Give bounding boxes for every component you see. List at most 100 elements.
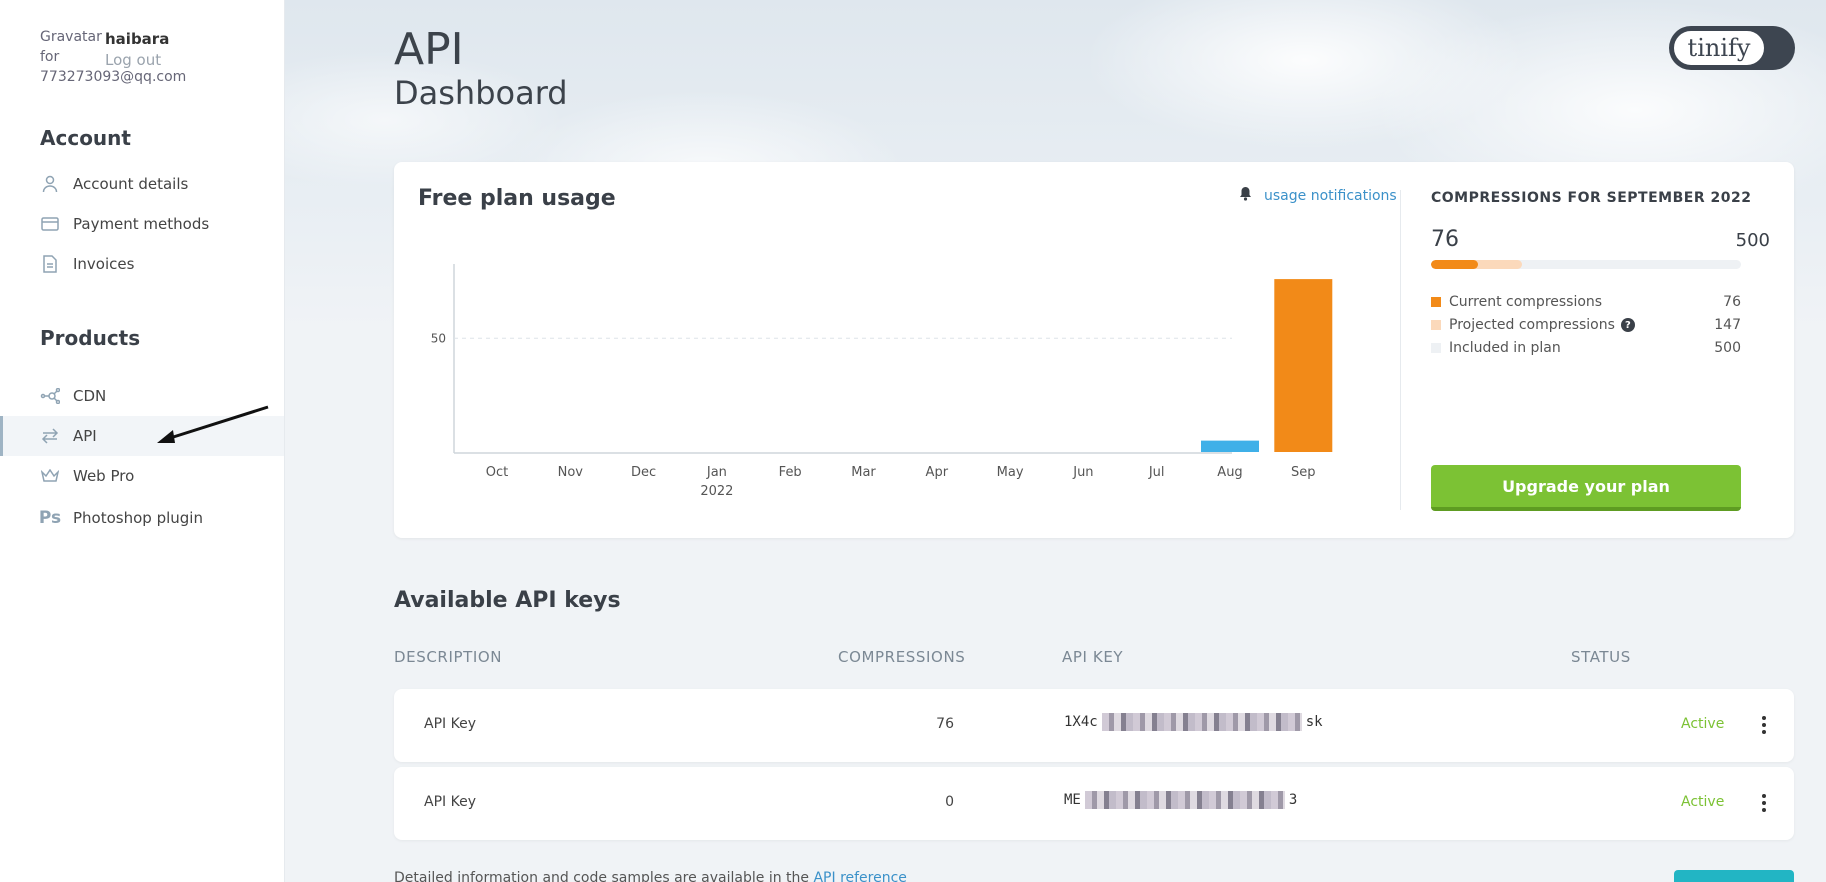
compressions-heading: COMPRESSIONS FOR SEPTEMBER 2022 [1431, 190, 1752, 206]
legend-swatch-included [1431, 343, 1441, 353]
status-badge: Active [1681, 716, 1725, 732]
current-compressions-value: 76 [1431, 227, 1459, 252]
page-subtitle: Dashboard [394, 74, 568, 112]
key-description: API Key [424, 794, 476, 810]
status-badge: Active [1681, 794, 1725, 810]
crown-icon [40, 466, 60, 486]
plan-limit-value: 500 [1735, 230, 1770, 251]
api-key-value[interactable]: ME 3 [1064, 791, 1297, 809]
legend-swatch-current [1431, 297, 1441, 307]
chart-x-tick-label: Sep [1291, 465, 1316, 480]
column-header-status: STATUS [1571, 648, 1631, 666]
legend-value: 147 [1714, 317, 1741, 333]
key-compressions: 0 [945, 794, 954, 810]
sidebar-item-label: Account details [73, 175, 189, 193]
sidebar-item-web-pro[interactable]: Web Pro [0, 456, 284, 496]
table-row: API Key 0 ME 3 Active [394, 767, 1794, 840]
column-header-compressions: COMPRESSIONS [838, 648, 966, 666]
card-divider [1400, 190, 1401, 510]
annotation-arrow [157, 405, 269, 443]
usage-progress-bar [1431, 260, 1741, 269]
chart-y-tick-label: 50 [431, 331, 446, 345]
footer-note: Detailed information and code samples ar… [394, 870, 907, 882]
tinify-logo[interactable]: tinify [1669, 26, 1795, 70]
account-heading: Account [40, 126, 131, 150]
chart-x-tick-label: Dec [631, 465, 656, 480]
chart-bar-aug [1201, 440, 1259, 452]
avatar: Gravatar for 773273093@qq.com [40, 27, 187, 87]
bell-icon [1239, 186, 1252, 205]
main-content: API Dashboard tinify Free plan usage usa… [285, 0, 1826, 882]
page-title: API [394, 24, 464, 75]
upgrade-plan-button[interactable]: Upgrade your plan [1431, 465, 1741, 511]
current-progress-fill [1431, 260, 1479, 269]
footer-text: Detailed information and code samples ar… [394, 870, 810, 882]
legend-current: Current compressions 76 [1431, 292, 1741, 312]
usage-notifications-link[interactable]: usage notifications [1239, 186, 1397, 205]
legend-value: 500 [1714, 340, 1741, 356]
usage-chart: 50 Oct Nov Dec Jan 2022 Feb Mar Apr May Jun Jul Aug S… [431, 264, 1333, 499]
chart-year-label: 2022 [700, 484, 733, 499]
chart-x-tick-label: Jul [1148, 465, 1165, 480]
user-email: 773273093@qq.com [40, 69, 187, 85]
footer-button[interactable] [1674, 870, 1794, 882]
sidebar-item-label: Web Pro [73, 467, 135, 485]
api-key-value[interactable]: 1X4c sk [1064, 713, 1323, 731]
api-key-start: ME [1064, 792, 1081, 808]
user-icon [40, 174, 60, 194]
chart-x-tick-label: Feb [779, 465, 802, 480]
table-row: API Key 76 1X4c sk Active [394, 689, 1794, 762]
api-reference-link[interactable]: API reference [813, 870, 906, 882]
user-name: haibara [105, 30, 170, 48]
sidebar-item-label: CDN [73, 387, 107, 405]
legend-label: Included in plan [1449, 340, 1561, 356]
api-key-redacted [1084, 791, 1285, 809]
network-icon [40, 386, 60, 406]
legend-label: Projected compressions [1449, 317, 1615, 333]
usage-title: Free plan usage [418, 186, 616, 211]
sidebar-item-label: Photoshop plugin [73, 509, 203, 527]
avatar-alt-line1: Gravatar [40, 29, 102, 45]
api-key-redacted [1101, 713, 1302, 731]
api-key-start: 1X4c [1064, 714, 1098, 730]
document-icon [40, 254, 60, 274]
legend-swatch-projected [1431, 320, 1441, 330]
column-header-api-key: API KEY [1062, 648, 1124, 666]
sidebar-item-payment-methods[interactable]: Payment methods [0, 204, 284, 244]
sidebar-item-account-details[interactable]: Account details [0, 164, 284, 204]
sidebar: Gravatar for 773273093@qq.com haibara Lo… [0, 0, 285, 882]
api-key-end: 3 [1288, 792, 1298, 808]
usage-card: Free plan usage usage notifications 50 Oc… [394, 162, 1794, 538]
sidebar-item-label: Payment methods [73, 215, 210, 233]
chart-x-tick-label: Nov [558, 465, 584, 480]
legend-value: 76 [1723, 294, 1741, 310]
arrows-exchange-icon [40, 426, 60, 446]
key-description: API Key [424, 716, 476, 732]
chart-x-tick-label: Jun [1072, 465, 1093, 480]
chart-x-tick-label: Apr [926, 465, 949, 480]
chart-x-tick-label: Jan [706, 465, 727, 480]
more-options-icon[interactable] [1754, 711, 1774, 739]
logo-text: tinify [1672, 29, 1766, 67]
sidebar-item-label: API [73, 427, 97, 445]
column-header-description: DESCRIPTION [394, 648, 503, 666]
legend-label: Current compressions [1449, 294, 1603, 310]
photoshop-icon: Ps [38, 508, 62, 528]
legend-included: Included in plan 500 [1431, 338, 1741, 358]
api-key-end: sk [1305, 714, 1323, 730]
credit-card-icon [40, 214, 60, 234]
chart-x-tick-label: Aug [1217, 465, 1242, 480]
logout-link[interactable]: Log out [105, 51, 161, 69]
sidebar-item-photoshop-plugin[interactable]: Ps Photoshop plugin [0, 498, 284, 538]
sidebar-item-invoices[interactable]: Invoices [0, 244, 284, 284]
notifications-label: usage notifications [1264, 187, 1397, 204]
products-heading: Products [40, 326, 141, 350]
help-icon[interactable]: ? [1620, 318, 1635, 332]
chart-bar-sep [1274, 279, 1333, 452]
api-keys-title: Available API keys [394, 588, 621, 613]
avatar-alt-line2: for [40, 49, 60, 65]
chart-x-tick-label: Mar [851, 465, 876, 480]
legend-projected: Projected compressions ? 147 [1431, 315, 1741, 335]
more-options-icon[interactable] [1754, 789, 1774, 817]
key-compressions: 76 [936, 716, 954, 732]
